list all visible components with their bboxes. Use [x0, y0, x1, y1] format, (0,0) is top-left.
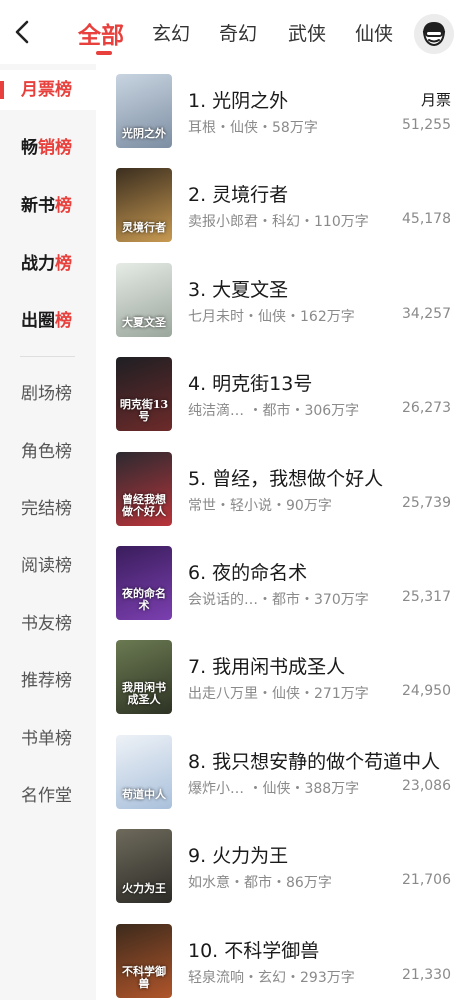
sidebar-item-label-highlight: 榜 — [55, 254, 72, 274]
book-meta: 如水意・都市・86万字 — [188, 875, 332, 891]
sidebar-item-power[interactable]: 战力榜 — [0, 244, 96, 284]
book-row[interactable]: 火力为王 9. 火力为王如水意・都市・86万字 21,706 — [96, 819, 471, 913]
book-row[interactable]: 曾经我想做个好人 5. 曾经，我想做个好人常世・轻小说・90万字 25,739 — [96, 442, 471, 536]
book-ticket-count: 25,739 — [402, 495, 451, 511]
chevron-left-icon — [15, 20, 29, 44]
book-ticket-count: 45,178 — [402, 211, 451, 227]
book-title[interactable]: 6. 夜的命名术 — [188, 558, 453, 585]
active-tab-indicator — [96, 51, 112, 55]
book-cover-title: 夜的命名术 — [122, 587, 166, 612]
book-cover[interactable]: 明克街13号 — [116, 357, 172, 431]
book-cover[interactable]: 曾经我想做个好人 — [116, 452, 172, 526]
book-cover-title: 明克街13号 — [119, 398, 169, 423]
book-cover[interactable]: 苟道中人 — [116, 735, 172, 809]
tab-wuxia[interactable]: 武侠 — [288, 19, 326, 46]
book-cover[interactable]: 我用闲书成圣人 — [116, 640, 172, 714]
sidebar-item-label: 月票榜 — [21, 80, 72, 100]
sidebar-item-label-prefix: 畅 — [21, 138, 38, 158]
book-cover-title: 我用闲书成圣人 — [122, 681, 166, 706]
sidebar-item-theater[interactable]: 剧场榜 — [0, 374, 96, 414]
book-cover[interactable]: 大夏文圣 — [116, 263, 172, 337]
tab-all[interactable]: 全部 — [78, 16, 124, 50]
book-ticket-count: 21,330 — [402, 967, 451, 983]
sidebar-item-label-highlight: 榜 — [55, 311, 72, 331]
book-row[interactable]: 苟道中人 8. 我只想安静的做个苟道中人爆炸小… ・仙侠・388万字 23,086 — [96, 725, 471, 819]
book-meta: 耳根・仙侠・58万字 — [188, 120, 318, 136]
book-cover[interactable]: 不科学御兽 — [116, 924, 172, 998]
book-cover[interactable]: 光阴之外 — [116, 74, 172, 148]
book-cover-title: 光阴之外 — [122, 127, 166, 140]
sidebar-item-new-book[interactable]: 新书榜 — [0, 186, 96, 226]
sidebar-item-label-prefix: 战力 — [21, 254, 55, 274]
book-title[interactable]: 4. 明克街13号 — [188, 369, 453, 396]
tab-xianxia[interactable]: 仙侠 — [355, 19, 393, 46]
sidebar-item-reading[interactable]: 阅读榜 — [0, 546, 96, 586]
sidebar-item-label-highlight: 榜 — [55, 196, 72, 216]
book-ticket-count: 51,255 — [402, 117, 451, 133]
book-ticket-count: 25,317 — [402, 589, 451, 605]
book-row[interactable]: 大夏文圣 3. 大夏文圣七月未时・仙侠・162万字 34,257 — [96, 253, 471, 347]
sidebar-item-label-prefix: 出圈 — [21, 311, 55, 331]
book-meta: 会说话的…・都市・370万字 — [188, 592, 369, 608]
book-ticket-count: 34,257 — [402, 306, 451, 322]
ranking-sidebar: 月票榜 畅销榜 新书榜 战力榜 出圈榜 剧场榜 角色榜 完结榜 阅读榜 书友榜 … — [0, 64, 96, 1000]
sidebar-item-booklist[interactable]: 书单榜 — [0, 719, 96, 759]
sidebar-item-recommend[interactable]: 推荐榜 — [0, 661, 96, 701]
book-cover-title: 大夏文圣 — [122, 316, 166, 329]
book-meta: 常世・轻小说・90万字 — [188, 498, 332, 514]
book-row[interactable]: 夜的命名术 6. 夜的命名术会说话的…・都市・370万字 25,317 — [96, 536, 471, 630]
top-bar: 全部 玄幻 奇幻 武侠 仙侠 — [0, 0, 471, 64]
sidebar-item-breakout[interactable]: 出圈榜 — [0, 301, 96, 341]
book-meta: 卖报小郎君・科幻・110万字 — [188, 214, 369, 230]
user-avatar-button[interactable] — [414, 14, 454, 54]
book-ticket-count: 24,950 — [402, 683, 451, 699]
sidebar-item-hall-of-fame[interactable]: 名作堂 — [0, 776, 96, 816]
book-meta: 七月未时・仙侠・162万字 — [188, 309, 355, 325]
book-row[interactable]: 我用闲书成圣人 7. 我用闲书成圣人出走八万里・仙侠・271万字 24,950 — [96, 630, 471, 724]
book-cover[interactable]: 灵境行者 — [116, 168, 172, 242]
book-ticket-count: 26,273 — [402, 400, 451, 416]
book-title[interactable]: 9. 火力为王 — [188, 841, 453, 868]
book-meta: 爆炸小… ・仙侠・388万字 — [188, 781, 360, 797]
sidebar-item-label-prefix: 新书 — [21, 196, 55, 216]
book-cover[interactable]: 火力为王 — [116, 829, 172, 903]
book-meta: 轻泉流响・玄幻・293万字 — [188, 970, 355, 986]
sidebar-item-monthly-ticket[interactable]: 月票榜 — [0, 70, 96, 110]
book-row[interactable]: 明克街13号 4. 明克街13号纯洁滴… ・都市・306万字 26,273 — [96, 347, 471, 441]
sidebar-divider — [20, 356, 75, 357]
book-cover[interactable]: 夜的命名术 — [116, 546, 172, 620]
book-title[interactable]: 8. 我只想安静的做个苟道中人 — [188, 747, 453, 774]
book-title[interactable]: 10. 不科学御兽 — [188, 936, 453, 963]
book-ticket-count: 23,086 — [402, 778, 451, 794]
sidebar-item-label-highlight: 销榜 — [38, 138, 72, 158]
sidebar-item-character[interactable]: 角色榜 — [0, 432, 96, 472]
book-cover-title: 灵境行者 — [122, 221, 166, 234]
book-title[interactable]: 7. 我用闲书成圣人 — [188, 652, 453, 679]
book-row[interactable]: 不科学御兽 10. 不科学御兽轻泉流响・玄幻・293万字 21,330 — [96, 914, 471, 1008]
sidebar-item-bestseller[interactable]: 畅销榜 — [0, 128, 96, 168]
book-title[interactable]: 1. 光阴之外 — [188, 86, 453, 113]
book-ranking-list: 月票 光阴之外 1. 光阴之外 耳根・仙侠・58万字 51,255 灵境行者 2. 灵境行… — [96, 64, 471, 1000]
user-avatar-icon — [414, 14, 454, 54]
book-ticket-count: 21,706 — [402, 872, 451, 888]
book-title[interactable]: 2. 灵境行者 — [188, 180, 453, 207]
book-meta: 出走八万里・仙侠・271万字 — [188, 686, 369, 702]
tab-qihuan[interactable]: 奇幻 — [219, 19, 257, 46]
book-cover-title: 曾经我想做个好人 — [122, 493, 166, 518]
sidebar-item-completed[interactable]: 完结榜 — [0, 489, 96, 529]
book-title[interactable]: 3. 大夏文圣 — [188, 275, 453, 302]
sidebar-active-marker — [0, 81, 4, 99]
tab-xuanhuan[interactable]: 玄幻 — [152, 19, 190, 46]
book-row[interactable]: 灵境行者 2. 灵境行者卖报小郎君・科幻・110万字 45,178 — [96, 158, 471, 252]
book-cover-title: 苟道中人 — [122, 788, 166, 801]
book-meta: 纯洁滴… ・都市・306万字 — [188, 403, 360, 419]
book-cover-title: 火力为王 — [122, 882, 166, 895]
book-row[interactable]: 光阴之外 1. 光阴之外耳根・仙侠・58万字 51,255 — [96, 64, 471, 158]
back-button[interactable] — [10, 19, 36, 45]
book-cover-title: 不科学御兽 — [122, 965, 166, 990]
book-title[interactable]: 5. 曾经，我想做个好人 — [188, 464, 453, 491]
sidebar-item-reader-friends[interactable]: 书友榜 — [0, 604, 96, 644]
